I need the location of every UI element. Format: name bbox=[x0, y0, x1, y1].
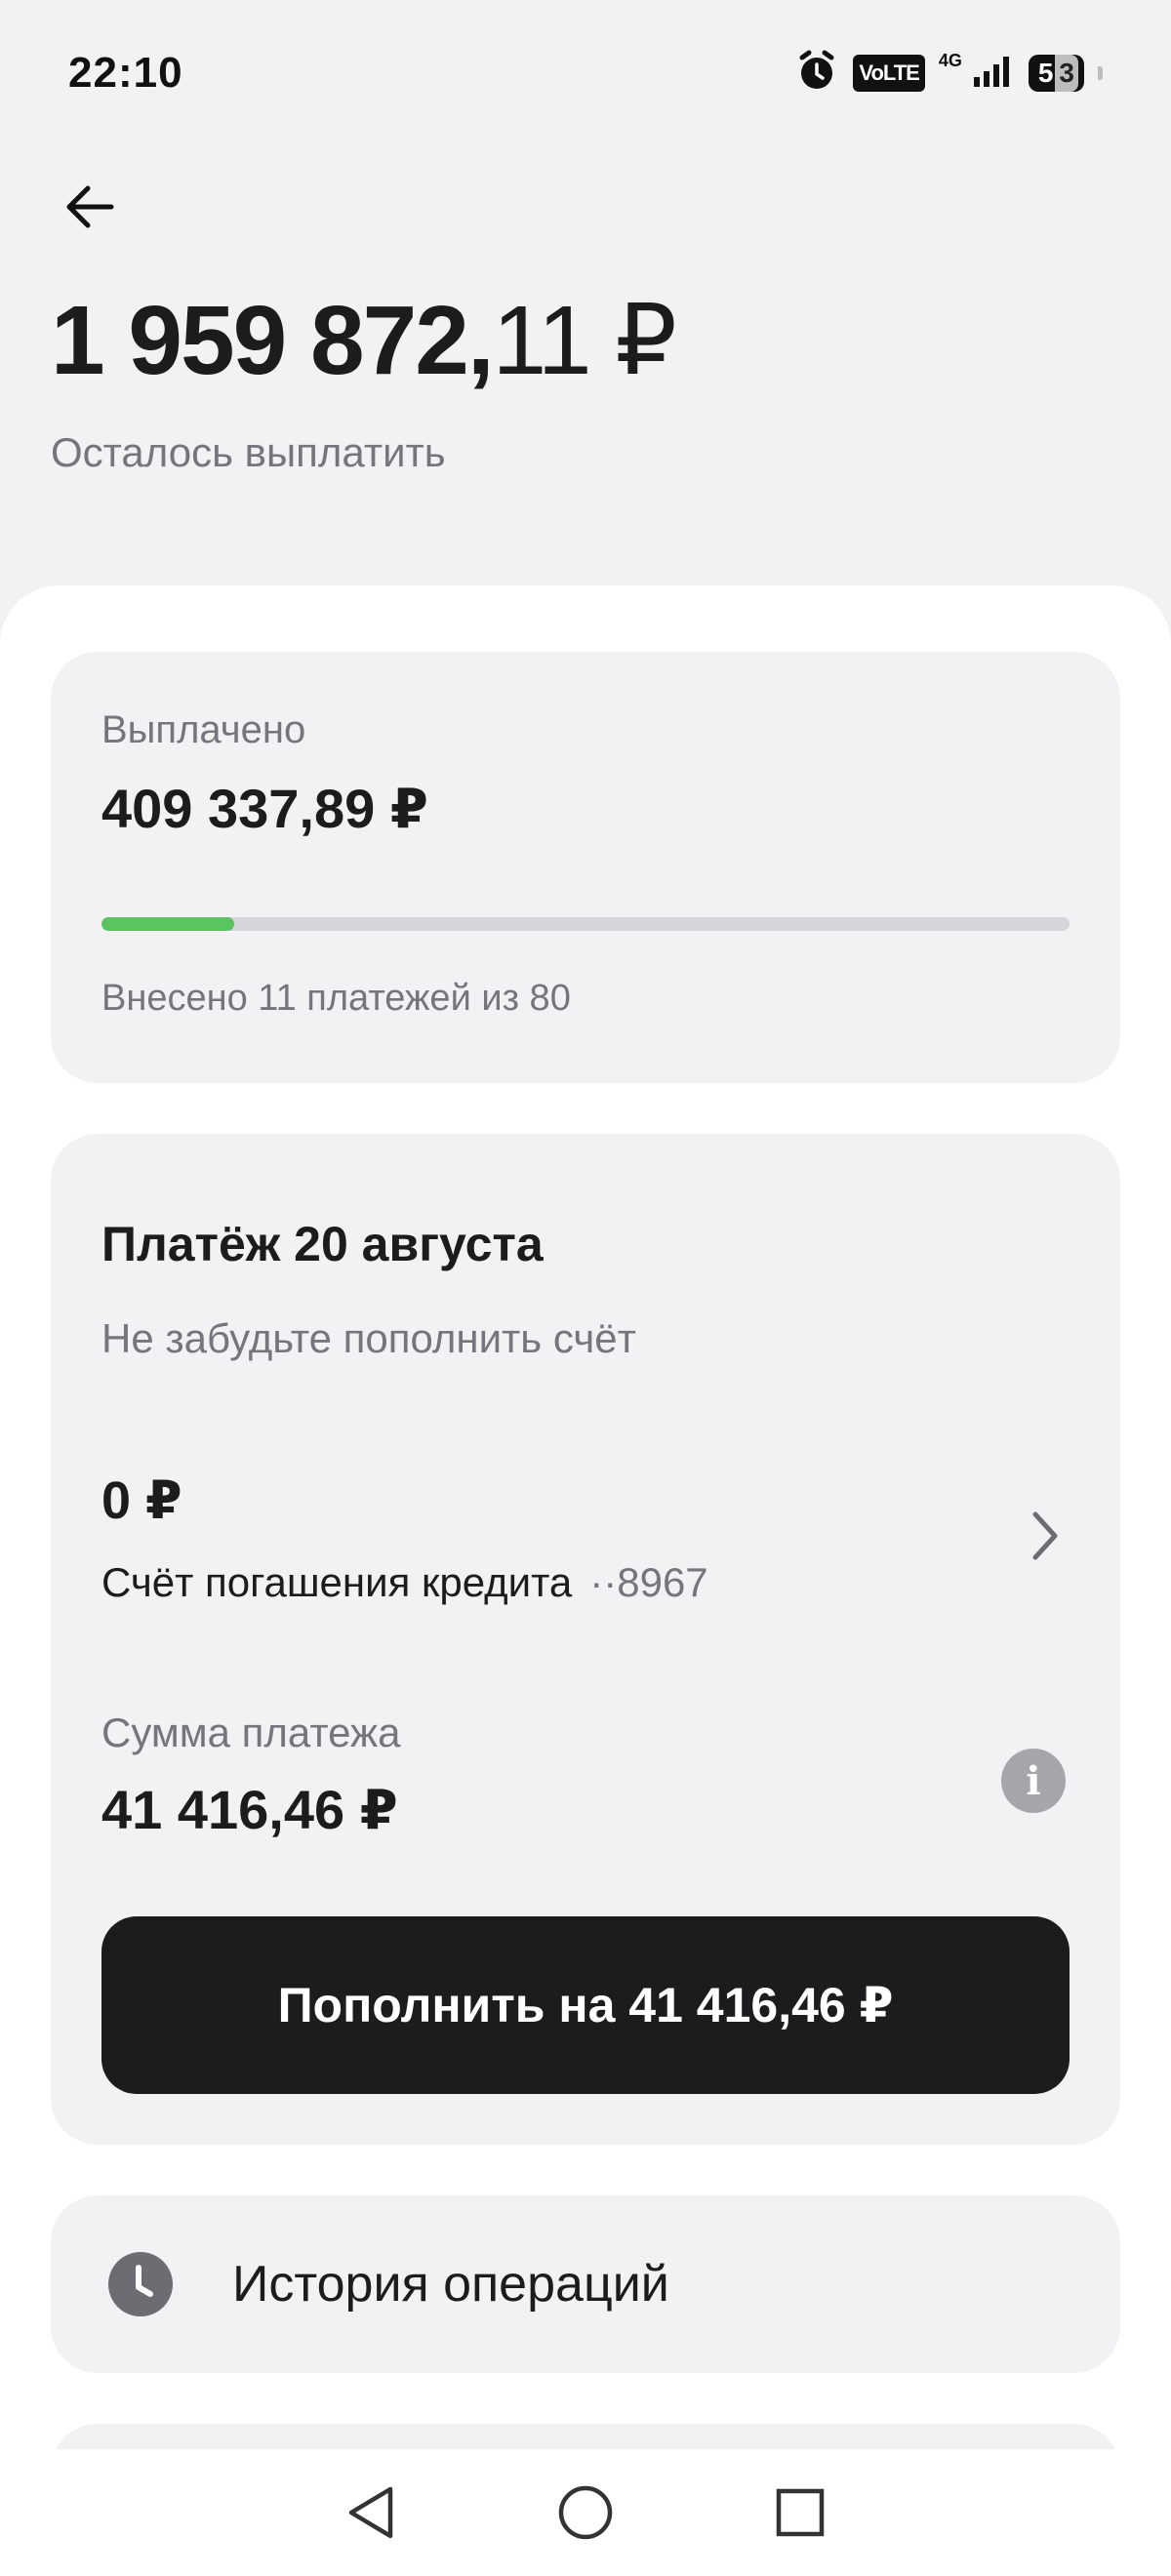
home-circle-icon bbox=[558, 2485, 613, 2540]
payment-sum-label: Сумма платежа bbox=[101, 1710, 401, 1755]
info-icon[interactable]: i bbox=[1001, 1749, 1066, 1813]
paid-label: Выплачено bbox=[101, 708, 306, 751]
payment-sum-value: 41 416,46 ₽ bbox=[101, 1779, 398, 1840]
battery-digit-2: 3 bbox=[1055, 55, 1078, 92]
payment-subtitle: Не забудьте пополнить счёт bbox=[101, 1315, 636, 1361]
repayment-account-row[interactable]: 0 ₽ Счёт погашения кредита ··8967 bbox=[51, 1444, 1120, 1639]
remaining-amount-main: 1 959 872, bbox=[51, 286, 495, 395]
volte-icon: VoLTE bbox=[853, 55, 925, 92]
nav-recents-button[interactable] bbox=[766, 2478, 834, 2547]
battery-tip bbox=[1098, 66, 1103, 80]
alarm-icon bbox=[794, 49, 839, 99]
nav-home-button[interactable] bbox=[551, 2478, 620, 2547]
progress-note: Внесено 11 платежей из 80 bbox=[101, 978, 571, 1019]
remaining-amount: 1 959 872,11 ₽ bbox=[51, 283, 677, 397]
history-button[interactable]: История операций bbox=[51, 2195, 1120, 2373]
payments-progress-fill bbox=[101, 917, 235, 931]
paid-value: 409 337,89 ₽ bbox=[101, 778, 428, 839]
back-button[interactable] bbox=[51, 168, 129, 246]
arrow-left-icon bbox=[66, 185, 114, 228]
nav-back-button[interactable] bbox=[337, 2478, 405, 2547]
history-label: История операций bbox=[232, 2256, 669, 2313]
account-name-text: Счёт погашения кредита bbox=[101, 1559, 573, 1605]
status-icons: VoLTE 4G 5 3 bbox=[794, 49, 1103, 99]
paid-card: Выплачено 409 337,89 ₽ Внесено 11 платеж… bbox=[51, 652, 1120, 1083]
status-time: 22:10 bbox=[68, 49, 183, 97]
battery-digit-1: 5 bbox=[1037, 58, 1054, 88]
payment-title: Платёж 20 августа bbox=[101, 1217, 544, 1271]
account-name: Счёт погашения кредита ··8967 bbox=[101, 1559, 708, 1606]
recents-square-icon bbox=[776, 2488, 825, 2537]
remaining-amount-kopecks: 11 ₽ bbox=[492, 286, 677, 395]
system-nav-bar bbox=[0, 2449, 1171, 2576]
back-triangle-icon bbox=[348, 2486, 393, 2539]
account-mask: ··8967 bbox=[589, 1559, 708, 1605]
network-type: 4G bbox=[938, 50, 962, 70]
remaining-label: Осталось выплатить bbox=[51, 429, 446, 475]
battery-icon: 5 3 bbox=[1028, 55, 1084, 92]
account-balance: 0 ₽ bbox=[101, 1471, 182, 1530]
chevron-right-icon bbox=[1030, 1509, 1060, 1568]
signal-icon bbox=[972, 54, 1015, 94]
payments-progress-bar bbox=[101, 917, 1070, 931]
status-bar: 22:10 VoLTE 4G 5 3 bbox=[0, 0, 1171, 146]
payment-card: Платёж 20 августа Не забудьте пополнить … bbox=[51, 1134, 1120, 2145]
clock-icon bbox=[108, 2252, 173, 2316]
topup-button[interactable]: Пополнить на 41 416,46 ₽ bbox=[101, 1916, 1070, 2094]
